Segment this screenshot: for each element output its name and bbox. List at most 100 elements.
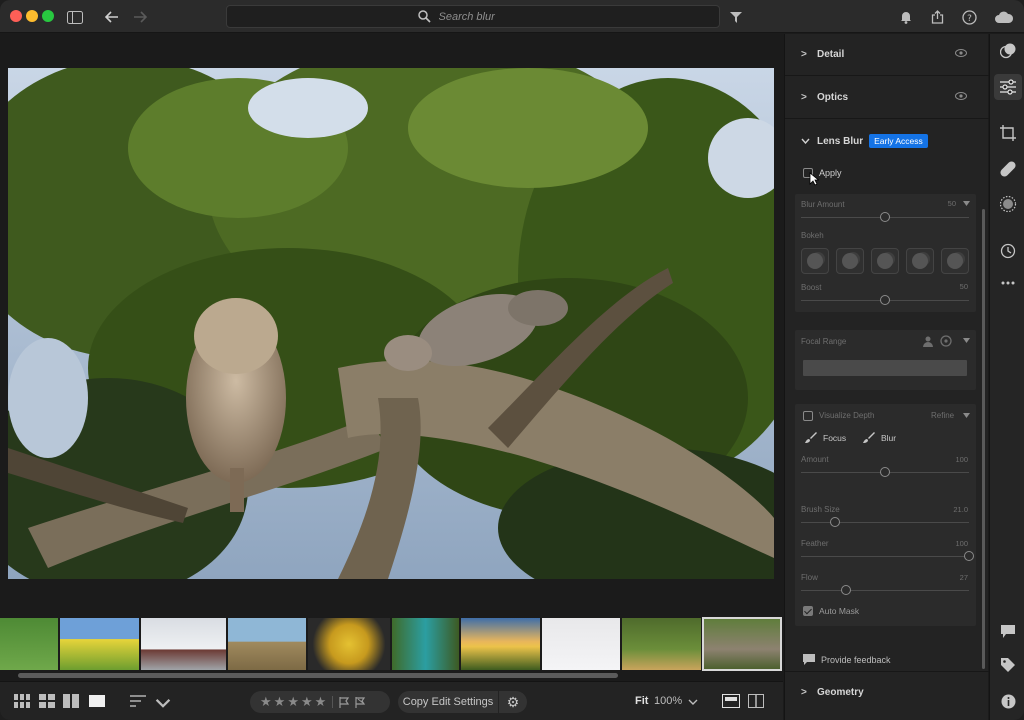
flag-reject-icon[interactable] [355, 696, 366, 708]
filmstrip-scrollbar[interactable] [18, 673, 618, 678]
subject-person-icon[interactable] [922, 335, 934, 347]
chevron-down-icon [801, 136, 811, 147]
thumbnail[interactable] [228, 618, 306, 670]
chevron-down-icon[interactable] [155, 696, 171, 710]
thumbnail[interactable] [461, 618, 540, 670]
blur-settings-group: Blur Amount 50 Bokeh Boost 50 [795, 194, 976, 312]
square-grid-view-icon[interactable] [14, 694, 30, 708]
focal-range-bar[interactable] [803, 360, 967, 376]
brush-size-slider[interactable] [801, 517, 969, 527]
thumbnail[interactable] [0, 618, 58, 670]
more-options-icon[interactable] [999, 274, 1017, 292]
flag-pick-icon[interactable] [339, 696, 350, 708]
compare-view-icon[interactable] [63, 694, 79, 708]
bokeh-ring-button[interactable] [906, 248, 934, 274]
slider-handle[interactable] [880, 212, 890, 222]
star-icon[interactable]: ★ [315, 694, 327, 710]
sidebar-toggle-icon[interactable] [64, 6, 86, 28]
search-input[interactable] [438, 10, 529, 23]
comments-icon[interactable] [999, 622, 1017, 640]
eye-icon[interactable] [955, 49, 969, 59]
info-overlay-icon[interactable] [722, 694, 740, 708]
notifications-bell-icon[interactable] [895, 6, 917, 28]
detail-view-icon[interactable] [89, 694, 105, 708]
photo-grid-view-icon[interactable] [39, 694, 55, 708]
thumbnail[interactable] [392, 618, 459, 670]
info-icon[interactable] [999, 692, 1017, 710]
brush-icon[interactable] [805, 431, 817, 443]
star-rating[interactable]: ★ ★ ★ ★ ★ [250, 691, 390, 713]
presets-icon[interactable] [999, 42, 1017, 60]
image-canvas[interactable] [0, 34, 783, 614]
gear-icon[interactable]: ⚙ [499, 691, 527, 713]
amount-slider[interactable] [801, 467, 969, 477]
zoom-level[interactable]: 100% [654, 695, 682, 707]
provide-feedback-link[interactable]: Provide feedback [803, 654, 891, 665]
star-icon[interactable]: ★ [274, 694, 286, 710]
fit-label[interactable]: Fit [635, 695, 648, 707]
sort-icon[interactable] [130, 694, 146, 708]
brush-icon[interactable] [863, 431, 875, 443]
bokeh-shape-icon [912, 253, 928, 269]
keyword-tag-icon[interactable] [999, 656, 1017, 674]
geometry-section-header[interactable]: > Geometry [785, 671, 989, 713]
thumbnail[interactable] [622, 618, 701, 670]
close-window-button[interactable] [10, 10, 22, 22]
thumbnail[interactable] [141, 618, 226, 670]
zoom-window-button[interactable] [42, 10, 54, 22]
optics-section-header[interactable]: > Optics [785, 77, 989, 119]
slider-handle[interactable] [880, 295, 890, 305]
thumbnail[interactable] [60, 618, 139, 670]
star-icon[interactable]: ★ [287, 694, 299, 710]
crop-icon[interactable] [999, 124, 1017, 142]
filter-icon[interactable] [725, 6, 747, 28]
detail-section-header[interactable]: > Detail [785, 34, 989, 76]
visualize-depth-label: Visualize Depth [819, 411, 875, 420]
thumbnail[interactable] [308, 618, 390, 670]
slider-handle[interactable] [964, 551, 974, 561]
eye-icon[interactable] [955, 92, 969, 102]
zoom-chevron-down-icon[interactable] [688, 699, 698, 705]
masking-icon[interactable] [999, 195, 1017, 213]
flow-slider[interactable] [801, 585, 969, 595]
blur-amount-slider[interactable] [801, 212, 969, 222]
slider-handle[interactable] [841, 585, 852, 595]
focus-brush-label[interactable]: Focus [823, 433, 846, 443]
blur-brush-label[interactable]: Blur [881, 433, 896, 443]
slider-handle[interactable] [880, 467, 890, 477]
cloud-sync-icon[interactable] [992, 6, 1016, 28]
lens-blur-section-header[interactable]: Lens Blur Early Access [785, 120, 989, 162]
refine-label[interactable]: Refine [931, 411, 954, 420]
star-icon[interactable]: ★ [260, 694, 272, 710]
healing-bandage-icon[interactable] [999, 160, 1017, 178]
help-icon[interactable]: ? [958, 6, 980, 28]
before-after-icon[interactable] [748, 694, 764, 708]
share-icon[interactable] [926, 6, 948, 28]
brush-size-value: 21.0 [953, 505, 968, 514]
copy-edit-settings-button[interactable]: Copy Edit Settings [398, 691, 498, 713]
history-icon[interactable] [999, 242, 1017, 260]
feather-slider[interactable] [801, 551, 974, 561]
chevron-down-icon[interactable] [963, 338, 970, 343]
slider-handle[interactable] [829, 517, 840, 527]
boost-slider[interactable] [801, 295, 969, 305]
panel-scrollbar[interactable] [982, 209, 985, 669]
target-focus-icon[interactable] [940, 335, 952, 347]
main-photo[interactable] [8, 68, 774, 579]
chevron-down-icon[interactable] [963, 201, 970, 206]
bokeh-bubble-button[interactable] [836, 248, 864, 274]
auto-mask-checkbox[interactable] [803, 606, 813, 616]
bokeh-circle-button[interactable] [801, 248, 829, 274]
search-bar[interactable] [226, 5, 720, 28]
chevron-down-icon[interactable] [963, 413, 970, 418]
minimize-window-button[interactable] [26, 10, 38, 22]
bokeh-fiveblade-button[interactable] [871, 248, 899, 274]
star-icon[interactable]: ★ [301, 694, 313, 710]
visualize-depth-checkbox[interactable] [803, 411, 813, 421]
back-arrow-icon[interactable] [101, 6, 123, 28]
bokeh-cateye-button[interactable] [941, 248, 969, 274]
edit-sliders-icon[interactable] [994, 74, 1022, 100]
thumbnail-selected[interactable] [702, 617, 782, 671]
forward-arrow-icon[interactable] [129, 6, 151, 28]
thumbnail[interactable] [542, 618, 620, 670]
